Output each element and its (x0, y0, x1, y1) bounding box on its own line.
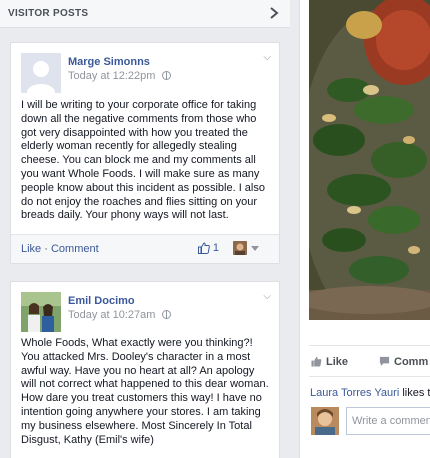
like-link[interactable]: Like (21, 243, 41, 255)
post-actions: Like · Comment (21, 243, 99, 255)
separator: · (44, 243, 48, 255)
post-timestamp[interactable]: Today at 10:27am (68, 309, 155, 321)
post-meta: Today at 12:22pm (68, 70, 171, 82)
post-footer: Like · Comment 1 (11, 234, 279, 263)
avatar[interactable] (311, 407, 339, 435)
user-photo-icon (21, 292, 61, 332)
photo-comment-label: Comm (394, 356, 429, 368)
avatar[interactable] (21, 292, 61, 332)
like-activity-text: likes t (399, 387, 430, 399)
thumbs-up-icon (311, 356, 322, 367)
user-photo-icon (311, 407, 339, 435)
chevron-down-icon[interactable] (251, 245, 259, 251)
visitor-post: Emil Docimo Today at 10:27am ⌵ Whole Foo… (10, 281, 280, 458)
photo-actions: Like Comm (309, 350, 430, 376)
post-body: Whole Foods, What exactly were you think… (21, 337, 269, 446)
photo-like-label: Like (326, 356, 349, 368)
default-avatar-icon (21, 53, 61, 93)
like-count[interactable]: 1 (213, 242, 219, 254)
photo-viewer-panel: Like Comm Laura Torres Yauri likes t Wri… (299, 0, 430, 458)
photo-like-button[interactable]: Like (311, 356, 348, 368)
globe-icon (161, 71, 171, 80)
column-gutter (290, 0, 299, 458)
liker-name[interactable]: Laura Torres Yauri (310, 387, 399, 399)
divider (309, 345, 430, 346)
post-author[interactable]: Marge Simonns (68, 56, 150, 68)
user-photo-icon (233, 241, 247, 255)
comment-link[interactable]: Comment (51, 243, 99, 255)
comment-icon (379, 356, 390, 367)
visitor-posts-column: VISITOR POSTS Marge Simonns Today at 12:… (0, 0, 290, 458)
divider (309, 376, 430, 377)
post-body: I will be writing to your corporate offi… (21, 99, 265, 222)
comment-input[interactable]: Write a comment (346, 407, 430, 435)
thumbs-up-icon (197, 242, 210, 254)
post-author[interactable]: Emil Docimo (68, 295, 135, 307)
photo-comment-button[interactable]: Comm (379, 356, 428, 368)
post-options-chevron-icon[interactable]: ⌵ (263, 291, 271, 302)
post-meta: Today at 10:27am (68, 309, 171, 321)
visitor-posts-title: VISITOR POSTS (8, 8, 89, 19)
like-activity: Laura Torres Yauri likes t (310, 387, 430, 399)
post-timestamp[interactable]: Today at 12:22pm (68, 70, 155, 82)
post-options-chevron-icon[interactable]: ⌵ (263, 52, 271, 63)
visitor-post: Marge Simonns Today at 12:22pm ⌵ I will … (10, 42, 280, 264)
food-photo-image (309, 0, 430, 320)
visitor-posts-header[interactable]: VISITOR POSTS (0, 0, 290, 28)
globe-icon (161, 310, 171, 319)
food-photo[interactable] (309, 0, 430, 320)
likes-summary: 1 (197, 241, 259, 255)
chevron-right-icon[interactable] (268, 6, 280, 20)
commenter-avatar[interactable] (233, 241, 247, 255)
avatar[interactable] (21, 53, 61, 93)
